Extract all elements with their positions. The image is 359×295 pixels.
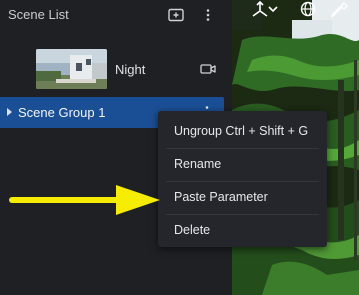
panel-header: Scene List [0, 0, 232, 30]
menu-item-label: Ungroup Ctrl + Shift + G [174, 124, 309, 138]
menu-item-label: Rename [174, 157, 222, 171]
eyedropper-icon[interactable] [327, 0, 351, 20]
panel-title: Scene List [8, 7, 69, 22]
add-scene-icon[interactable] [167, 6, 185, 24]
scene-group-label: Scene Group 1 [18, 105, 106, 120]
menu-item-label: Delete [174, 223, 211, 237]
camera-icon[interactable] [200, 63, 216, 75]
chevron-down-icon[interactable] [266, 0, 280, 20]
menu-item-ungroup[interactable]: Ungroup Ctrl + Shift + G [158, 114, 327, 147]
scene-name: Night [115, 62, 146, 77]
menu-item-paste-parameter[interactable]: Paste Parameter [158, 180, 327, 213]
context-menu: Ungroup Ctrl + Shift + G Rename Paste Pa… [158, 111, 327, 247]
scene-item-night[interactable]: Night [0, 47, 232, 93]
menu-item-delete[interactable]: Delete [158, 213, 327, 246]
menu-item-label: Paste Parameter [174, 190, 268, 204]
more-vertical-icon[interactable] [199, 6, 217, 24]
globe-icon[interactable] [296, 0, 320, 20]
scene-thumbnail [36, 49, 107, 89]
expand-caret-icon[interactable] [7, 108, 12, 116]
menu-item-rename[interactable]: Rename [158, 147, 327, 180]
annotation-arrow-icon [8, 180, 168, 220]
